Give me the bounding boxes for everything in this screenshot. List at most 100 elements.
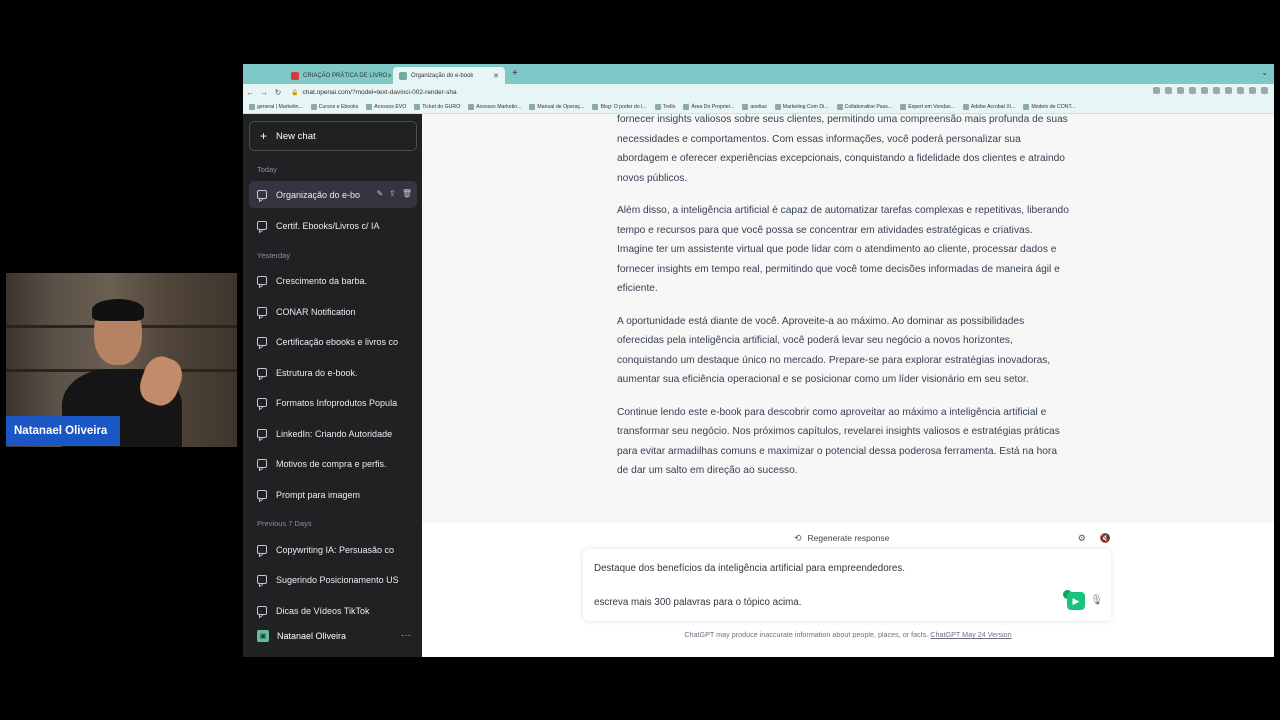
- message-paragraph: Continue lendo este e-book para descobri…: [617, 406, 1060, 477]
- bookmark-item[interactable]: Marketing Com Di...: [774, 103, 829, 110]
- chat-item-label: Certif. Ebooks/Livros c/ IA: [276, 220, 380, 231]
- chat-item[interactable]: Certif. Ebooks/Livros c/ IA: [249, 212, 417, 239]
- puzzle-icon[interactable]: [1225, 87, 1232, 94]
- sidebar-toggle-icon[interactable]: [1237, 87, 1244, 94]
- trash-icon[interactable]: 🗑: [402, 189, 412, 198]
- chat-item[interactable]: Sugerindo Posicionamento US: [249, 566, 417, 593]
- extension-icon[interactable]: [1201, 87, 1208, 94]
- forward-arrow-icon[interactable]: →: [257, 88, 271, 97]
- tab-criacao-pratica[interactable]: CRIAÇÃO PRÁTICA DE LIVRO ✕: [285, 67, 391, 84]
- chat-item[interactable]: Motivos de compra e perfis.: [249, 450, 417, 477]
- bookmark-favicon-icon: [683, 103, 690, 110]
- tab-organizacao-ebook[interactable]: Organização do e-book ✕: [393, 67, 505, 84]
- bookmark-item[interactable]: Manual de Operaç...: [529, 103, 584, 110]
- message-paragraph: A oportunidade está diante de você. Apro…: [617, 315, 1051, 386]
- close-tab-icon[interactable]: ✕: [387, 72, 391, 80]
- chat-item-label: Estrutura do e-book.: [276, 367, 358, 378]
- bookmark-item[interactable]: Área Do Propriet...: [683, 103, 734, 110]
- chat-bubble-icon: [257, 190, 267, 199]
- section-previous-7-days: Previous 7 Days: [257, 519, 312, 528]
- chat-item-label: Copywriting IA: Persuasão co: [276, 544, 395, 555]
- url-text: chat.openai.com/?model=text-davinci-002-…: [302, 88, 457, 96]
- chat-item[interactable]: Estrutura do e-book.: [249, 359, 417, 386]
- chat-item[interactable]: Formatos Infoprodutos Popula: [249, 389, 417, 416]
- adobe-icon: [962, 103, 969, 110]
- chat-item-label: Organização do e-bo: [276, 189, 361, 200]
- chat-bubble-icon: [257, 575, 267, 584]
- profile-icon[interactable]: [1249, 87, 1256, 94]
- user-menu[interactable]: ▣ Natanael Oliveira ···: [249, 622, 417, 649]
- version-link[interactable]: ChatGPT May 24 Version: [930, 630, 1011, 639]
- composer-controls: ⚙ 🔇: [1078, 533, 1111, 544]
- bookmark-favicon-icon: [592, 103, 599, 110]
- url-field[interactable]: 🔒 chat.openai.com/?model=text-davinci-00…: [291, 89, 457, 96]
- chat-item[interactable]: CONAR Notification: [249, 298, 417, 325]
- assistant-message: fornecer insights valiosos sobre seus cl…: [617, 114, 1069, 494]
- tab-list-chevron-icon[interactable]: ⌄: [1261, 68, 1268, 77]
- tab-label: Organização do e-book: [411, 72, 474, 79]
- chat-main: fornecer insights valiosos sobre seus cl…: [422, 114, 1274, 657]
- chat-bubble-icon: [257, 459, 267, 468]
- reload-icon[interactable]: ↻: [271, 88, 285, 97]
- bookmark-item[interactable]: general | Marketin...: [249, 103, 303, 110]
- back-arrow-icon[interactable]: ←: [243, 88, 257, 97]
- browser-window: CRIAÇÃO PRÁTICA DE LIVRO ✕ Organização d…: [243, 64, 1274, 657]
- chat-bubble-icon: [257, 221, 267, 230]
- mute-speaker-icon[interactable]: 🔇: [1100, 533, 1111, 544]
- chatgpt-favicon-icon: [399, 71, 407, 80]
- bookmark-item[interactable]: Collaborative Pass...: [836, 103, 892, 110]
- bookmark-star-icon[interactable]: [1189, 87, 1196, 94]
- share-icon[interactable]: [1165, 87, 1172, 94]
- extension-icon[interactable]: [1213, 87, 1220, 94]
- bookmark-item[interactable]: Ticket do GURO: [414, 103, 460, 110]
- prompt-textarea[interactable]: Destaque dos benefícios da inteligência …: [583, 549, 1111, 621]
- folder-icon: [414, 103, 421, 110]
- bookmark-favicon-icon: [1023, 103, 1030, 110]
- message-paragraph: fornecer insights valiosos sobre seus cl…: [617, 114, 1068, 184]
- regenerate-label: Regenerate response: [807, 533, 890, 543]
- chat-item-organizacao[interactable]: Organização do e-bo ✎ ⇪ 🗑: [249, 181, 417, 208]
- chat-bubble-icon: [257, 337, 267, 346]
- chat-item-label: Certificação ebooks e livros co: [276, 336, 399, 347]
- bookmark-item[interactable]: anelias: [742, 103, 767, 110]
- new-tab-button[interactable]: +: [512, 68, 518, 79]
- chat-bubble-icon: [257, 276, 267, 285]
- chat-item[interactable]: LinkedIn: Criando Autoridade: [249, 420, 417, 447]
- bookmark-item[interactable]: Acessos Marketin...: [468, 103, 521, 110]
- bookmark-item[interactable]: Adobe Acrobat Xi...: [962, 103, 1015, 110]
- chat-item-label: LinkedIn: Criando Autoridade: [276, 428, 393, 439]
- bookmark-item[interactable]: Blog: O poder do l...: [592, 103, 647, 110]
- zoom-icon[interactable]: [1177, 87, 1184, 94]
- microphone-icon[interactable]: 🎙: [1090, 595, 1103, 606]
- bookmark-item[interactable]: Modelo de CONT...: [1023, 103, 1075, 110]
- chat-item[interactable]: Crescimento da barba.: [249, 267, 417, 294]
- share-icon[interactable]: ⇪: [389, 189, 396, 198]
- bookmark-item[interactable]: Trello: [654, 103, 675, 110]
- chat-item[interactable]: Certificação ebooks e livros co: [249, 328, 417, 355]
- chat-item-label: Crescimento da barba.: [276, 275, 368, 286]
- chat-item[interactable]: Dicas de Vídeos TikTok: [249, 597, 417, 624]
- edit-pencil-icon[interactable]: ✎: [376, 189, 383, 198]
- close-tab-icon[interactable]: ✕: [493, 72, 499, 80]
- plus-icon: +: [260, 129, 268, 143]
- trello-icon: [654, 103, 661, 110]
- settings-gear-icon[interactable]: ⚙: [1078, 533, 1086, 544]
- bookmark-favicon-icon: [836, 103, 843, 110]
- stage: CRIAÇÃO PRÁTICA DE LIVRO ✕ Organização d…: [0, 0, 1280, 720]
- regenerate-button[interactable]: ⟲ Regenerate response: [787, 529, 897, 547]
- chat-bubble-icon: [257, 307, 267, 316]
- bookmark-item[interactable]: Cursos e Ebooks: [310, 103, 358, 110]
- menu-dots-icon[interactable]: [1261, 87, 1268, 94]
- chat-item-label: Motivos de compra e perfis.: [276, 458, 387, 469]
- bookmark-item[interactable]: Acessos EVO: [366, 103, 406, 110]
- chat-item-label: CONAR Notification: [276, 306, 356, 317]
- download-icon[interactable]: [1153, 87, 1160, 94]
- user-avatar: ▣: [257, 629, 269, 642]
- bookmark-item[interactable]: Expert em Vendas...: [900, 103, 955, 110]
- new-chat-button[interactable]: + New chat: [249, 121, 417, 151]
- more-dots-icon[interactable]: ···: [401, 630, 411, 641]
- send-button[interactable]: ▶: [1067, 592, 1085, 610]
- chat-item[interactable]: Prompt para imagem: [249, 481, 417, 508]
- chat-item[interactable]: Copywriting IA: Persuasão co: [249, 536, 417, 563]
- disclaimer-text: ChatGPT may produce inaccurate informati…: [684, 630, 929, 639]
